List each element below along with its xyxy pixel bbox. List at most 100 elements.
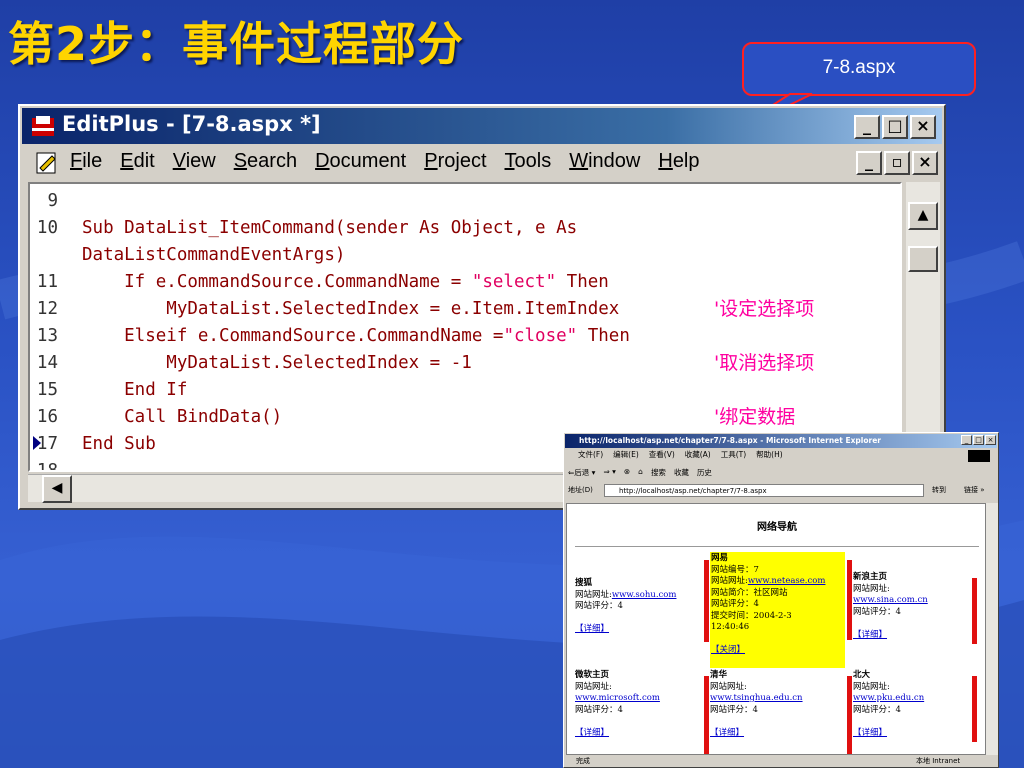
detail-link[interactable]: 【详细】 bbox=[853, 630, 887, 640]
code-line: 15 End If bbox=[36, 380, 188, 400]
site-link[interactable]: www.pku.edu.cn bbox=[853, 693, 924, 703]
editor-vertical-scrollbar[interactable]: ▲ bbox=[906, 182, 940, 472]
site-rating: 网站评分：4 bbox=[575, 704, 623, 715]
divider bbox=[575, 546, 979, 547]
ie-window: http://localhost/asp.net/chapter7/7-8.as… bbox=[563, 432, 999, 768]
code-line: 16 Call BindData() '绑定数据 bbox=[30, 404, 795, 431]
maximize-button[interactable]: □ bbox=[882, 115, 908, 139]
site-url-label: 网站网址: bbox=[575, 681, 612, 692]
separator-bar bbox=[847, 560, 852, 640]
editplus-titlebar[interactable]: EditPlus - [7-8.aspx *] _ □ × bbox=[22, 108, 942, 144]
callout-box: 7-8.aspx bbox=[742, 42, 976, 96]
ie-menu-favorites[interactable]: 收藏(A) bbox=[685, 449, 711, 460]
detail-link[interactable]: 【详细】 bbox=[575, 624, 609, 634]
site-desc: 网站简介：社区网站 bbox=[711, 587, 788, 598]
code-comment: '取消选择项 bbox=[714, 352, 815, 374]
windows-logo-icon bbox=[968, 450, 990, 462]
menu-view[interactable]: View bbox=[173, 150, 216, 173]
code-line: 11 If e.CommandSource.CommandName = "sel… bbox=[36, 272, 609, 292]
code-comment: '设定选择项 bbox=[714, 298, 815, 320]
site-name: 清华 bbox=[710, 670, 728, 680]
editplus-menubar: File Edit View Search Document Project T… bbox=[22, 146, 942, 180]
address-input[interactable]: http://localhost/asp.net/chapter7/7-8.as… bbox=[604, 484, 924, 497]
ie-minimize-button[interactable]: _ bbox=[961, 435, 972, 445]
site-link[interactable]: www.microsoft.com bbox=[575, 693, 660, 703]
site-name: 微软主页 bbox=[575, 670, 610, 680]
ie-menu-file[interactable]: 文件(F) bbox=[578, 449, 603, 460]
ie-close-button[interactable]: × bbox=[985, 435, 996, 445]
slide-title: 第2步：事件过程部分 bbox=[8, 17, 465, 71]
detail-link[interactable]: 【详细】 bbox=[710, 728, 744, 738]
close-button[interactable]: × bbox=[910, 115, 936, 139]
site-rating: 网站评分：4 bbox=[575, 601, 623, 611]
doc-restore-button[interactable]: ▫ bbox=[884, 151, 910, 175]
separator-bar bbox=[972, 676, 977, 742]
scroll-left-button[interactable]: ◀ bbox=[42, 475, 72, 503]
menu-document[interactable]: Document bbox=[315, 150, 406, 173]
history-button[interactable]: 历史 bbox=[697, 467, 712, 478]
close-link[interactable]: 【关闭】 bbox=[711, 645, 745, 655]
site-link[interactable]: www.netease.com bbox=[748, 576, 826, 586]
doc-minimize-button[interactable]: _ bbox=[856, 151, 882, 175]
site-url-label: 网站网址: bbox=[711, 576, 748, 586]
detail-link[interactable]: 【详细】 bbox=[575, 728, 609, 738]
site-link[interactable]: www.sohu.com bbox=[612, 590, 677, 600]
menu-window[interactable]: Window bbox=[569, 150, 640, 173]
forward-button[interactable]: ⇒ ▾ bbox=[603, 467, 615, 478]
favorites-button[interactable]: 收藏 bbox=[674, 467, 689, 478]
doc-close-button[interactable]: × bbox=[912, 151, 938, 175]
menu-file[interactable]: File bbox=[70, 150, 102, 173]
code-line: 14 MyDataList.SelectedIndex = -1 '取消选择项 bbox=[30, 350, 814, 377]
editor-horizontal-scrollbar[interactable]: ◀ bbox=[28, 474, 588, 503]
site-rating: 网站评分：4 bbox=[710, 704, 758, 715]
menu-help[interactable]: Help bbox=[658, 150, 699, 173]
site-card: 北大 网站网址: www.pku.edu.cn 网站评分：4 【详细】 bbox=[853, 670, 924, 739]
site-card: 微软主页 网站网址: www.microsoft.com 网站评分：4 【详细】 bbox=[575, 670, 660, 739]
scroll-thumb[interactable] bbox=[908, 246, 938, 272]
site-rating: 网站评分：4 bbox=[853, 606, 901, 617]
ie-statusbar: 完成 本地 Intranet bbox=[566, 755, 998, 768]
stop-icon[interactable]: ⊗ bbox=[624, 467, 630, 478]
scroll-up-button[interactable]: ▲ bbox=[908, 202, 938, 230]
zone-text: 本地 Intranet bbox=[916, 757, 961, 765]
detail-link[interactable]: 【详细】 bbox=[853, 728, 887, 738]
menu-edit[interactable]: Edit bbox=[120, 150, 154, 173]
menu-search[interactable]: Search bbox=[234, 150, 297, 173]
ie-menu-tools[interactable]: 工具(T) bbox=[721, 449, 746, 460]
site-id: 网站编号：7 bbox=[711, 564, 759, 575]
code-line: 12 MyDataList.SelectedIndex = e.Item.Ite… bbox=[30, 296, 814, 323]
back-button[interactable]: ⇐后退 ▾ bbox=[568, 467, 595, 478]
site-link[interactable]: www.sina.com.cn bbox=[853, 595, 928, 605]
code-line: 9 bbox=[47, 191, 58, 211]
ie-titlebar[interactable]: http://localhost/asp.net/chapter7/7-8.as… bbox=[565, 434, 997, 448]
ie-menubar: 文件(F) 编辑(E) 查看(V) 收藏(A) 工具(T) 帮助(H) bbox=[578, 449, 783, 460]
separator-bar bbox=[972, 578, 977, 644]
ie-maximize-button[interactable]: □ bbox=[973, 435, 984, 445]
search-button[interactable]: 搜索 bbox=[651, 467, 666, 478]
site-url-label: 网站网址: bbox=[853, 583, 890, 594]
site-time: 12:40:46 bbox=[711, 622, 750, 632]
ie-page-content: 网络导航 搜狐 网站网址:www.sohu.com 网站评分：4 【详细】 网易… bbox=[566, 503, 986, 755]
address-label: 地址(D) bbox=[568, 486, 593, 494]
ie-vertical-scrollbar[interactable] bbox=[986, 503, 998, 755]
ie-menu-help[interactable]: 帮助(H) bbox=[756, 449, 783, 460]
selected-site-card: 网易 网站编号：7 网站网址:www.netease.com 网站简介：社区网站… bbox=[710, 552, 845, 668]
go-button[interactable]: 转到 bbox=[932, 485, 946, 495]
home-icon[interactable]: ⌂ bbox=[638, 467, 643, 478]
site-name: 新浪主页 bbox=[853, 572, 888, 582]
site-name: 搜狐 bbox=[575, 578, 593, 588]
ie-menu-view[interactable]: 查看(V) bbox=[649, 449, 675, 460]
site-rating: 网站评分：4 bbox=[853, 704, 901, 715]
menu-tools[interactable]: Tools bbox=[505, 150, 552, 173]
site-url-label: 网站网址: bbox=[575, 589, 612, 600]
site-url-label: 网站网址: bbox=[710, 681, 747, 692]
links-button[interactable]: 链接 » bbox=[964, 485, 985, 495]
minimize-button[interactable]: _ bbox=[854, 115, 880, 139]
site-card: 新浪主页 网站网址: www.sina.com.cn 网站评分：4 【详细】 bbox=[853, 572, 928, 641]
site-link[interactable]: www.tsinghua.edu.cn bbox=[710, 693, 803, 703]
ie-menu-edit[interactable]: 编辑(E) bbox=[613, 449, 639, 460]
separator-bar bbox=[704, 560, 709, 642]
code-editor[interactable]: 9 10 Sub DataList_ItemCommand(sender As O… bbox=[28, 182, 902, 472]
code-line: 13 Elseif e.CommandSource.CommandName ="… bbox=[36, 326, 630, 346]
menu-project[interactable]: Project bbox=[424, 150, 486, 173]
